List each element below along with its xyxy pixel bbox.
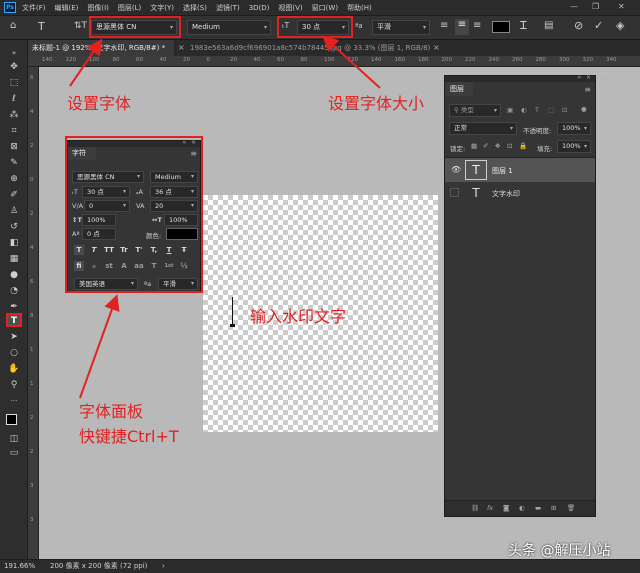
annotation-arrows [69,35,381,399]
annotation-set-font-size: 设置字体大小 [328,94,425,113]
annotation-set-font: 设置字体 [67,94,132,113]
annotation-enter-watermark: 输入水印文字 [250,307,347,326]
source-watermark: 头条 @解压小站 [508,543,611,559]
annotation-font-panel: 字体面板 [79,402,144,421]
annotation-shortcut: 快键捷Ctrl+T [79,427,179,446]
